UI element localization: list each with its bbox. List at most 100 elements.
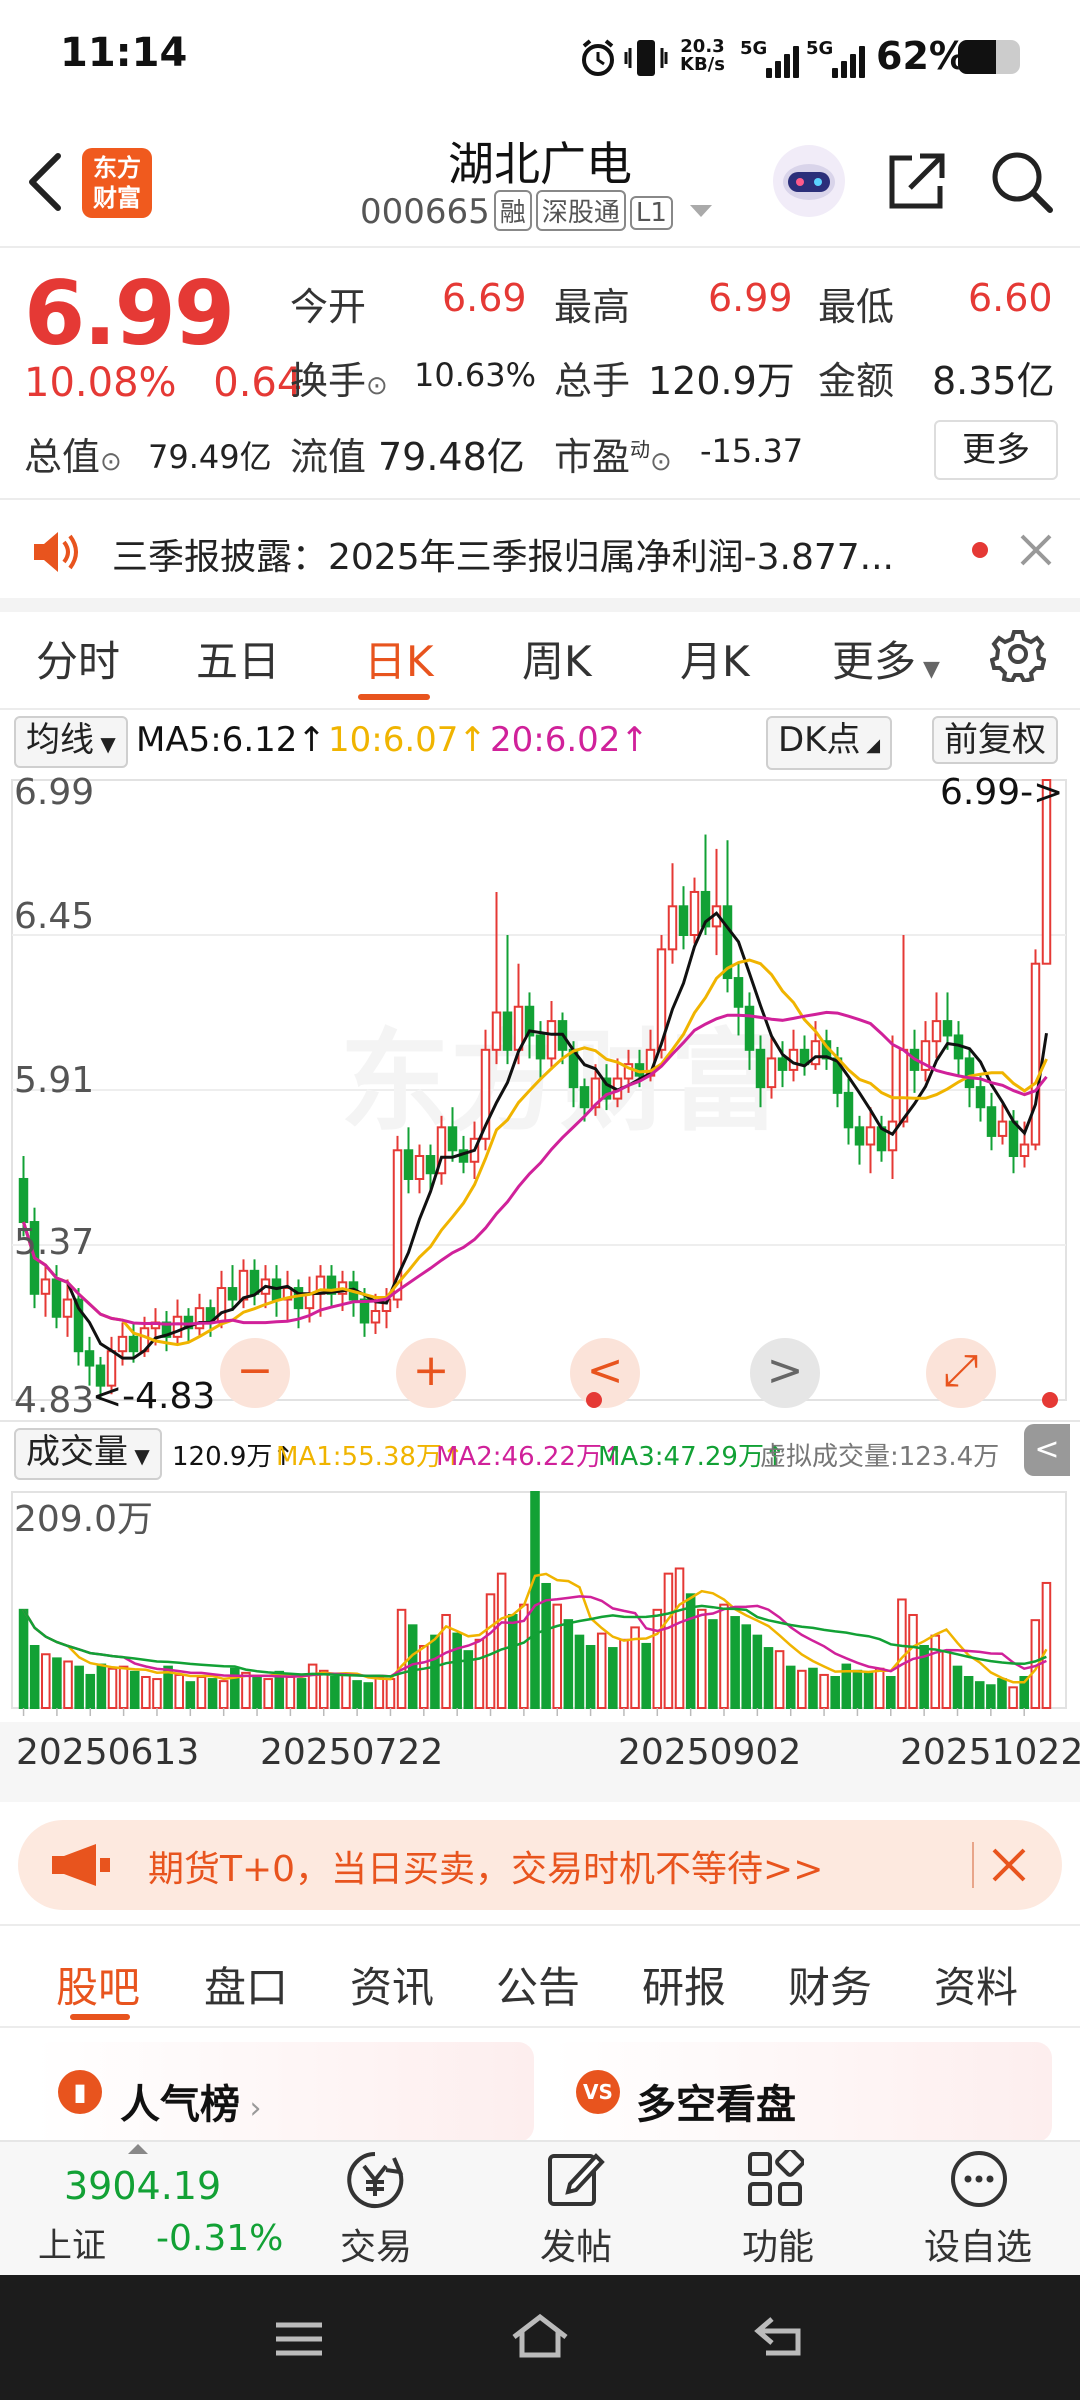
volume-bar [596, 1632, 607, 1709]
volume-bar [674, 1567, 685, 1709]
ma10-legend: 10:6.07↑ [328, 720, 487, 760]
tab-weekly-k[interactable]: 周K [522, 628, 592, 689]
tab-finance[interactable]: 财务 [788, 1954, 872, 2015]
index-value[interactable]: 3904.19 [64, 2164, 221, 2208]
tab-announcements[interactable]: 公告 [496, 1954, 580, 2015]
zoom-in-button[interactable]: + [396, 1338, 466, 1408]
adjust-button[interactable]: 前复权 [932, 716, 1058, 764]
candle [84, 1350, 95, 1367]
volume-chart[interactable] [0, 1482, 1080, 1722]
promo-banner[interactable]: 期货T+0，当日买卖，交易时机不等待>> [18, 1820, 1062, 1910]
candle [964, 1057, 975, 1089]
volume-bar [129, 1670, 140, 1709]
settings-gear-icon[interactable] [990, 626, 1046, 682]
volume-bar [374, 1675, 385, 1709]
volume-bar [330, 1675, 340, 1709]
y-tick-label: 5.91 [14, 1060, 95, 1101]
home-icon[interactable] [508, 2311, 572, 2361]
max-price-marker: 6.99-> [940, 772, 1064, 813]
candle [40, 1278, 51, 1295]
menu-icon[interactable] [272, 2319, 326, 2359]
close-icon[interactable] [990, 1846, 1028, 1884]
float-label: 流值 [290, 435, 367, 479]
volume-label: 总手 [554, 359, 631, 403]
next-button[interactable]: > [750, 1338, 820, 1408]
ai-assistant-icon[interactable] [770, 142, 848, 220]
fullscreen-button[interactable]: ⤢ [926, 1338, 996, 1408]
ranking-icon: ▮ [58, 2070, 102, 2114]
bull-bear-card[interactable] [552, 2042, 1052, 2142]
tab-timeshare[interactable]: 分时 [36, 628, 120, 689]
volume-max-label: 209.0万 [14, 1499, 154, 1540]
unread-dot [972, 542, 988, 558]
trade-yen-icon[interactable] [342, 2148, 408, 2210]
candlestick-chart[interactable]: 东方财富 [0, 770, 1080, 1420]
ma20-legend: 20:6.02↑ [490, 720, 649, 760]
tab-research[interactable]: 研报 [642, 1954, 726, 2015]
volume-bar [619, 1638, 629, 1709]
index-name: 上证 [38, 2226, 106, 2266]
popularity-card[interactable] [34, 2042, 534, 2142]
caret-down-icon: ▼ [916, 657, 940, 682]
volume-bar [185, 1681, 196, 1709]
tab-monthly-k[interactable]: 月K [680, 628, 750, 689]
volume-bar [797, 1669, 807, 1710]
candle [18, 1177, 29, 1224]
caret-down-icon [689, 205, 712, 217]
functions-grid-icon[interactable] [746, 2150, 804, 2208]
volume-bar [652, 1608, 663, 1709]
volume-bar [29, 1644, 40, 1710]
battery-percent: 62% [876, 34, 967, 78]
volume-bar [218, 1680, 229, 1709]
post-edit-icon[interactable] [544, 2148, 606, 2210]
tab-news[interactable]: 资讯 [350, 1954, 434, 2015]
tab-profile[interactable]: 资料 [934, 1954, 1018, 2015]
volume-bar [263, 1678, 273, 1709]
volume-bar [974, 1681, 985, 1709]
x-tick-label: 20251022 [900, 1732, 1080, 1773]
margin-tag: 融 [493, 190, 532, 231]
connect-tag: 深股通 [535, 190, 626, 231]
tab-more[interactable]: 更多 ▼ [832, 628, 940, 689]
promo-text: 期货T+0，当日买卖，交易时机不等待>> [148, 1849, 824, 1890]
ma-selector[interactable]: 均线 ▼ [14, 716, 128, 768]
search-icon[interactable] [988, 148, 1056, 216]
volume-bar [574, 1634, 585, 1709]
back-icon[interactable] [752, 2313, 808, 2359]
tab-pankou[interactable]: 盘口 [204, 1954, 288, 2015]
volume-value: 120.9万 [648, 359, 795, 403]
tab-five-day[interactable]: 五日 [196, 628, 280, 689]
candle [733, 977, 744, 1008]
notice-text[interactable]: 三季报披露：2025年三季报归属净利润-3.877... [112, 528, 894, 580]
expand-icon[interactable] [128, 2144, 148, 2154]
close-icon[interactable] [1018, 532, 1054, 568]
open-label: 今开 [290, 285, 367, 329]
active-tab-indicator [358, 694, 430, 700]
tab-guba[interactable]: 股吧 [56, 1954, 140, 2015]
more-quote-button[interactable]: 更多 [934, 420, 1058, 480]
volume-bar [808, 1667, 818, 1710]
share-icon[interactable] [884, 150, 948, 214]
dk-point-button[interactable]: DK点 ◢ [766, 716, 893, 770]
post-label[interactable]: 发帖 [540, 2218, 612, 2270]
volume-bar [730, 1616, 740, 1709]
zoom-out-button[interactable]: − [220, 1338, 290, 1408]
candle [194, 1307, 205, 1330]
volume-bar [819, 1673, 829, 1709]
collapse-panel-button[interactable]: < [1024, 1424, 1070, 1476]
volume-bar [107, 1667, 118, 1710]
prev-button[interactable]: < [570, 1338, 640, 1408]
functions-label[interactable]: 功能 [742, 2218, 814, 2270]
stock-code-row[interactable]: 000665 融深股通 L1 [360, 190, 712, 232]
candle [579, 1086, 590, 1109]
add-watchlist-label[interactable]: 设自选 [924, 2218, 1032, 2270]
x-tick-label: 20250722 [260, 1732, 444, 1773]
more-dots-icon[interactable] [948, 2148, 1010, 2210]
volume-bar [141, 1675, 151, 1709]
volume-selector[interactable]: 成交量 ▼ [14, 1428, 162, 1480]
volume-bar [696, 1608, 707, 1709]
tab-daily-k[interactable]: 日K [364, 628, 434, 689]
trade-label[interactable]: 交易 [340, 2218, 412, 2270]
y-tick-label: 6.99 [14, 772, 95, 813]
candle [689, 890, 700, 936]
